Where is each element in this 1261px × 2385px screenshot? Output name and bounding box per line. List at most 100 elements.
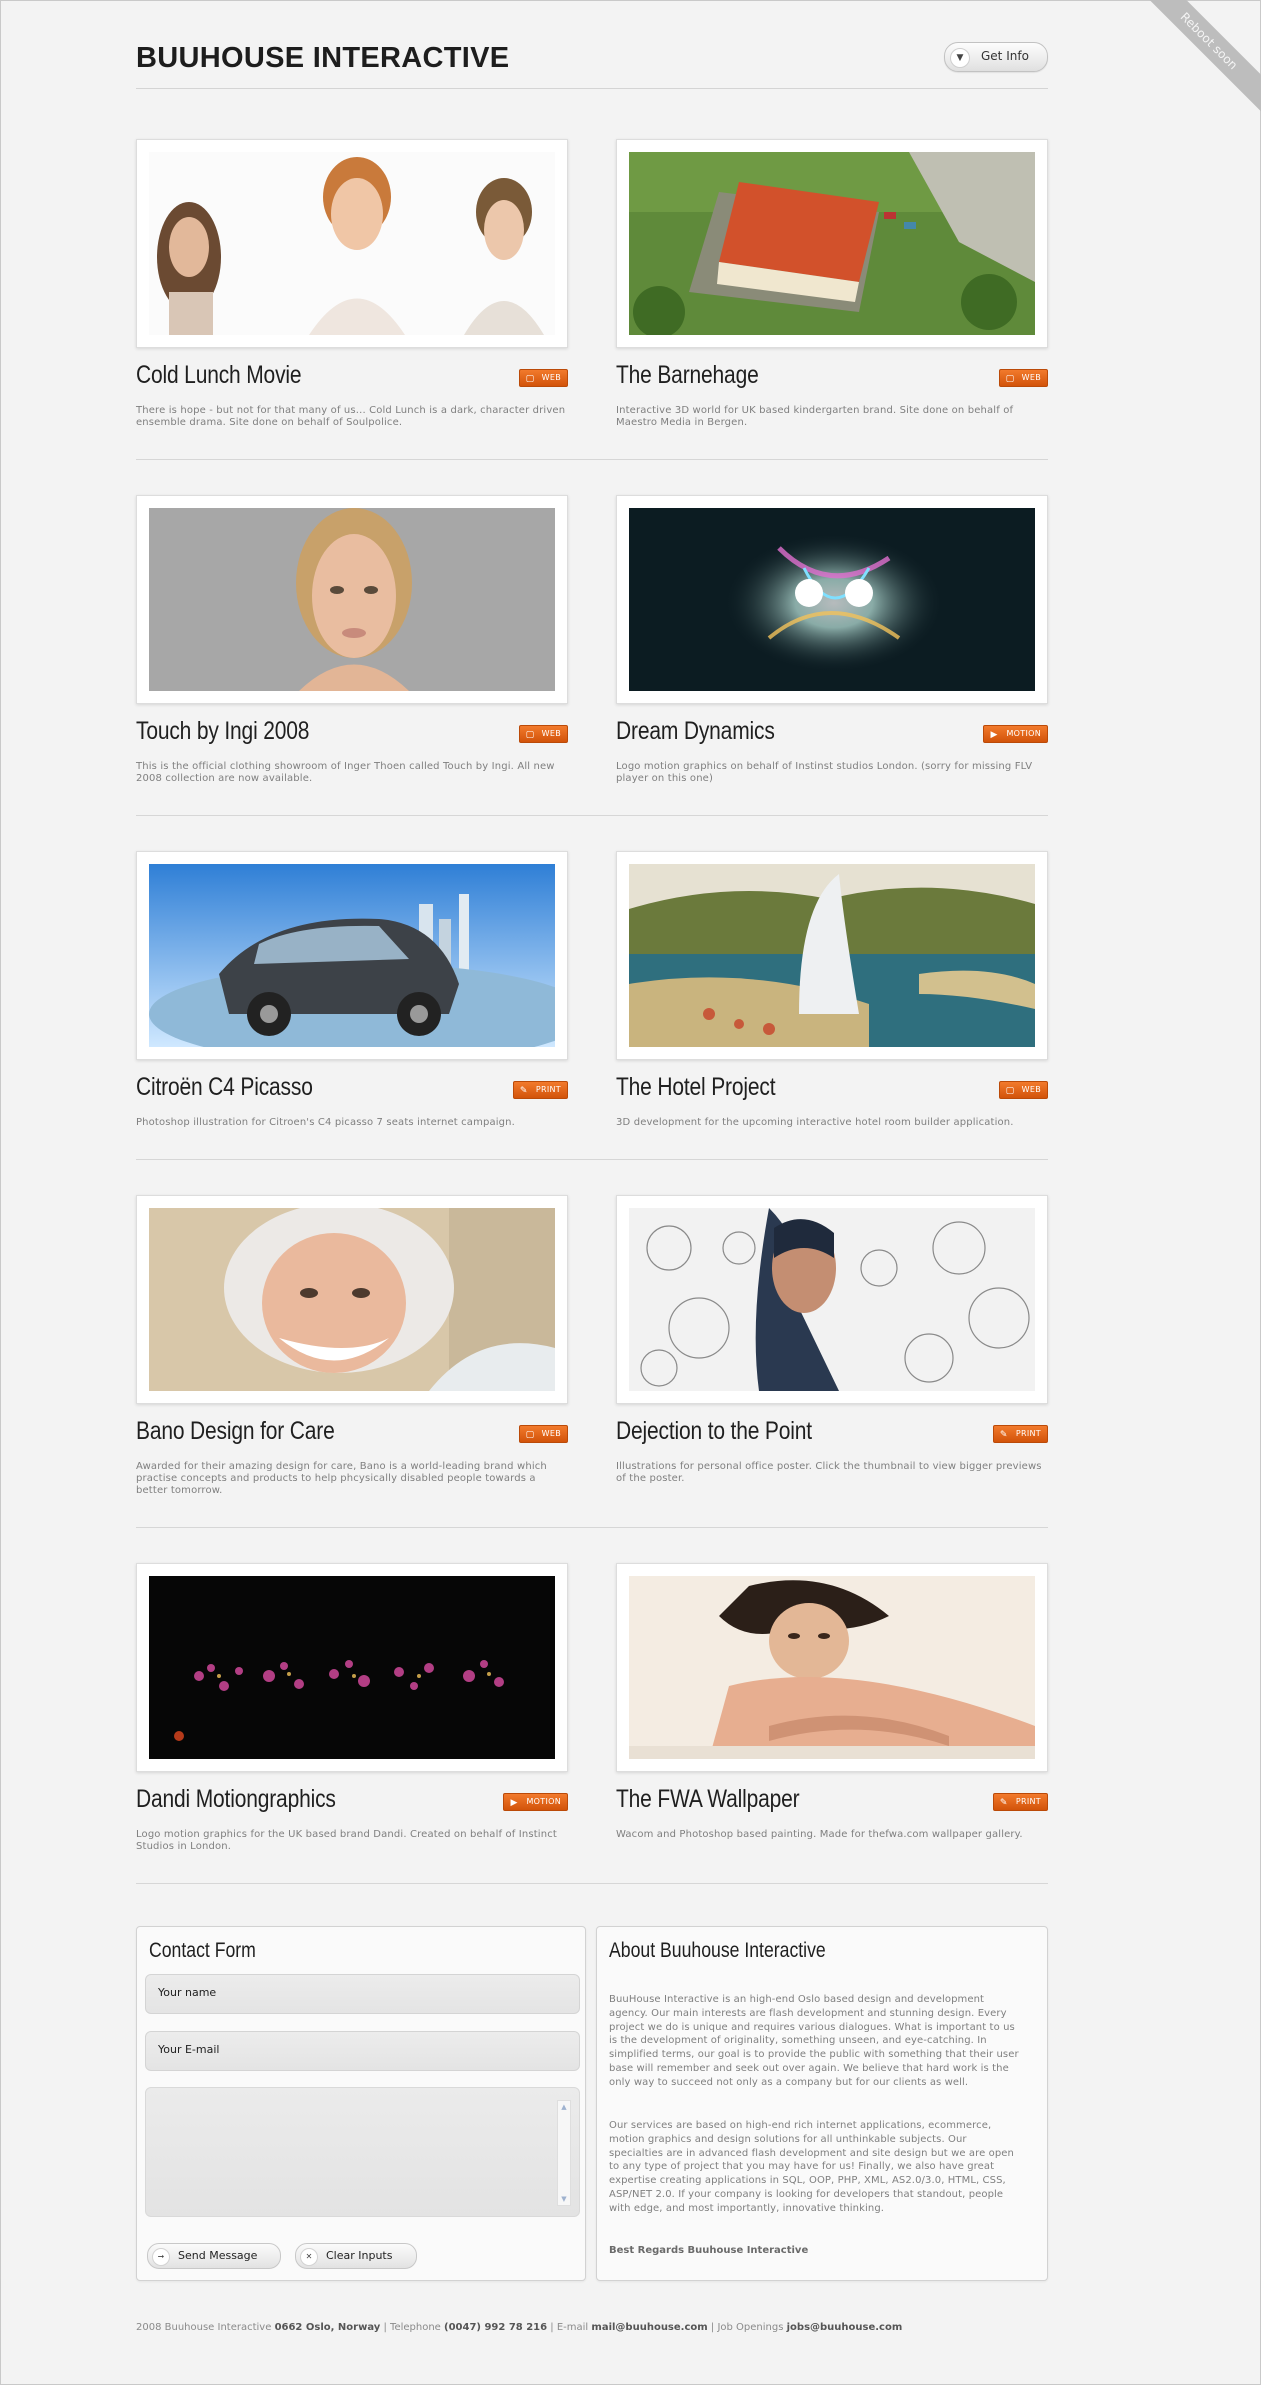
- project-badge[interactable]: ▢ WEB: [998, 1081, 1048, 1099]
- touch-by-ingi-image: [149, 508, 555, 691]
- dejection-image: [629, 1208, 1035, 1391]
- project-thumbnail[interactable]: [616, 1195, 1048, 1404]
- scroll-up-icon[interactable]: ▲: [559, 2102, 569, 2112]
- about-paragraph: BuuHouse Interactive is an high-end Oslo…: [609, 1994, 1019, 2088]
- project-thumbnail[interactable]: [136, 1563, 568, 1772]
- barnehage-image: [629, 152, 1035, 335]
- project-title[interactable]: Touch by Ingi 2008: [136, 717, 309, 746]
- play-icon: ▶: [510, 1798, 518, 1808]
- project-thumbnail[interactable]: [616, 139, 1048, 348]
- project-title[interactable]: Bano Design for Care: [136, 1417, 335, 1446]
- row-divider: [136, 1159, 1048, 1160]
- pencil-icon: ✎: [519, 1086, 528, 1096]
- row-divider: [136, 1883, 1048, 1884]
- scroll-down-icon[interactable]: ▼: [559, 2194, 569, 2204]
- monitor-icon: ▢: [525, 1430, 535, 1440]
- project-description: Photoshop illustration for Citroen's C4 …: [136, 1117, 515, 1128]
- site-logo[interactable]: BUUHOUSE INTERACTIVE: [136, 42, 509, 75]
- project-title[interactable]: The FWA Wallpaper: [616, 1785, 800, 1814]
- monitor-icon: ▢: [525, 730, 535, 740]
- arrow-right-icon: ➞: [152, 2248, 170, 2266]
- project-title[interactable]: Citroën C4 Picasso: [136, 1073, 313, 1102]
- footer-company: 2008 Buuhouse Interactive: [136, 2322, 272, 2333]
- dandi-image: [149, 1576, 555, 1759]
- project-thumbnail[interactable]: [136, 139, 568, 348]
- about-signature: Best Regards Buuhouse Interactive: [609, 2245, 809, 2256]
- message-textarea[interactable]: ▲ ▼: [145, 2087, 580, 2217]
- project-badge[interactable]: ▶ MOTION: [503, 1793, 568, 1811]
- bottom-section: Contact Form Your name Your E-mail ▲ ▼ ➞…: [136, 1926, 1048, 2281]
- project-description: Logo motion graphics for the UK based br…: [136, 1829, 557, 1852]
- footer-email-label: E-mail: [556, 2322, 589, 2333]
- project-thumbnail[interactable]: [616, 495, 1048, 704]
- textarea-scrollbar[interactable]: ▲ ▼: [557, 2100, 571, 2206]
- send-message-button[interactable]: ➞ Send Message: [147, 2243, 281, 2269]
- fwa-wallpaper-image: [629, 1576, 1035, 1759]
- name-field[interactable]: Your name: [145, 1974, 580, 2014]
- project-thumbnail[interactable]: [136, 1195, 568, 1404]
- project-description: This is the official clothing showroom o…: [136, 761, 555, 784]
- cold-lunch-image: [149, 152, 555, 335]
- project-title[interactable]: Dejection to the Point: [616, 1417, 812, 1446]
- pencil-icon: ✎: [999, 1798, 1008, 1808]
- footer-jobs-link[interactable]: jobs@buuhouse.com: [787, 2322, 903, 2333]
- footer-separator: |: [550, 2322, 554, 2333]
- citroen-image: [149, 864, 555, 1047]
- project-thumbnail[interactable]: [616, 1563, 1048, 1772]
- project-badge[interactable]: ▶ MOTION: [983, 725, 1048, 743]
- monitor-icon: ▢: [1005, 1086, 1015, 1096]
- email-field[interactable]: Your E-mail: [145, 2031, 580, 2071]
- pencil-icon: ✎: [999, 1430, 1008, 1440]
- project-badge[interactable]: ✎ PRINT: [992, 1793, 1048, 1811]
- contact-form: Contact Form Your name Your E-mail ▲ ▼ ➞…: [136, 1926, 586, 2281]
- clear-inputs-button[interactable]: ✕ Clear Inputs: [295, 2243, 417, 2269]
- project-description: Awarded for their amazing design for car…: [136, 1461, 547, 1496]
- row-divider: [136, 815, 1048, 816]
- contact-form-title: Contact Form: [149, 1939, 256, 1962]
- about-paragraph: Our services are based on high-end rich …: [609, 2120, 1014, 2214]
- bano-image: [149, 1208, 555, 1391]
- footer-phone-label: Telephone: [390, 2322, 441, 2333]
- project-description: Logo motion graphics on behalf of Instin…: [616, 761, 1033, 784]
- project-badge[interactable]: ▢ WEB: [518, 1425, 568, 1443]
- about-panel: About Buuhouse Interactive BuuHouse Inte…: [596, 1926, 1048, 2281]
- header: BUUHOUSE INTERACTIVE ▼ Get Info: [136, 0, 1048, 89]
- project-badge[interactable]: ▢ WEB: [518, 369, 568, 387]
- project-badge[interactable]: ✎ PRINT: [512, 1081, 568, 1099]
- project-thumbnail[interactable]: [136, 851, 568, 1060]
- hotel-project-image: [629, 864, 1035, 1047]
- project-thumbnail[interactable]: [136, 495, 568, 704]
- project-title[interactable]: Dandi Motiongraphics: [136, 1785, 336, 1814]
- project-title[interactable]: The Hotel Project: [616, 1073, 776, 1102]
- project-badge[interactable]: ▢ WEB: [998, 369, 1048, 387]
- project-title[interactable]: Cold Lunch Movie: [136, 361, 302, 390]
- footer-email-link[interactable]: mail@buuhouse.com: [591, 2322, 707, 2333]
- about-title: About Buuhouse Interactive: [609, 1939, 826, 1962]
- project-description: Wacom and Photoshop based painting. Made…: [616, 1829, 1023, 1840]
- footer: 2008 Buuhouse Interactive 0662 Oslo, Nor…: [136, 2322, 1048, 2333]
- footer-jobs-label: Job Openings: [717, 2322, 784, 2333]
- project-badge[interactable]: ▢ WEB: [518, 725, 568, 743]
- footer-address: 0662 Oslo, Norway: [274, 2322, 381, 2333]
- footer-separator: |: [383, 2322, 387, 2333]
- project-title[interactable]: Dream Dynamics: [616, 717, 775, 746]
- chevron-down-icon: ▼: [950, 48, 970, 68]
- project-title[interactable]: The Barnehage: [616, 361, 759, 390]
- project-description: There is hope - but not for that many of…: [136, 405, 566, 428]
- get-info-label: Get Info: [981, 49, 1029, 63]
- dream-dynamics-image: [629, 508, 1035, 691]
- row-divider: [136, 459, 1048, 460]
- project-description: 3D development for the upcoming interact…: [616, 1117, 1014, 1128]
- play-icon: ▶: [990, 730, 998, 740]
- project-badge[interactable]: ✎ PRINT: [992, 1425, 1048, 1443]
- project-description: Illustrations for personal office poster…: [616, 1461, 1042, 1484]
- row-divider: [136, 1527, 1048, 1528]
- footer-separator: |: [710, 2322, 715, 2333]
- get-info-button[interactable]: ▼ Get Info: [944, 42, 1048, 72]
- close-icon: ✕: [300, 2248, 318, 2266]
- project-description: Interactive 3D world for UK based kinder…: [616, 405, 1014, 428]
- project-thumbnail[interactable]: [616, 851, 1048, 1060]
- footer-phone: (0047) 992 78 216: [444, 2322, 548, 2333]
- monitor-icon: ▢: [525, 374, 535, 384]
- monitor-icon: ▢: [1005, 374, 1015, 384]
